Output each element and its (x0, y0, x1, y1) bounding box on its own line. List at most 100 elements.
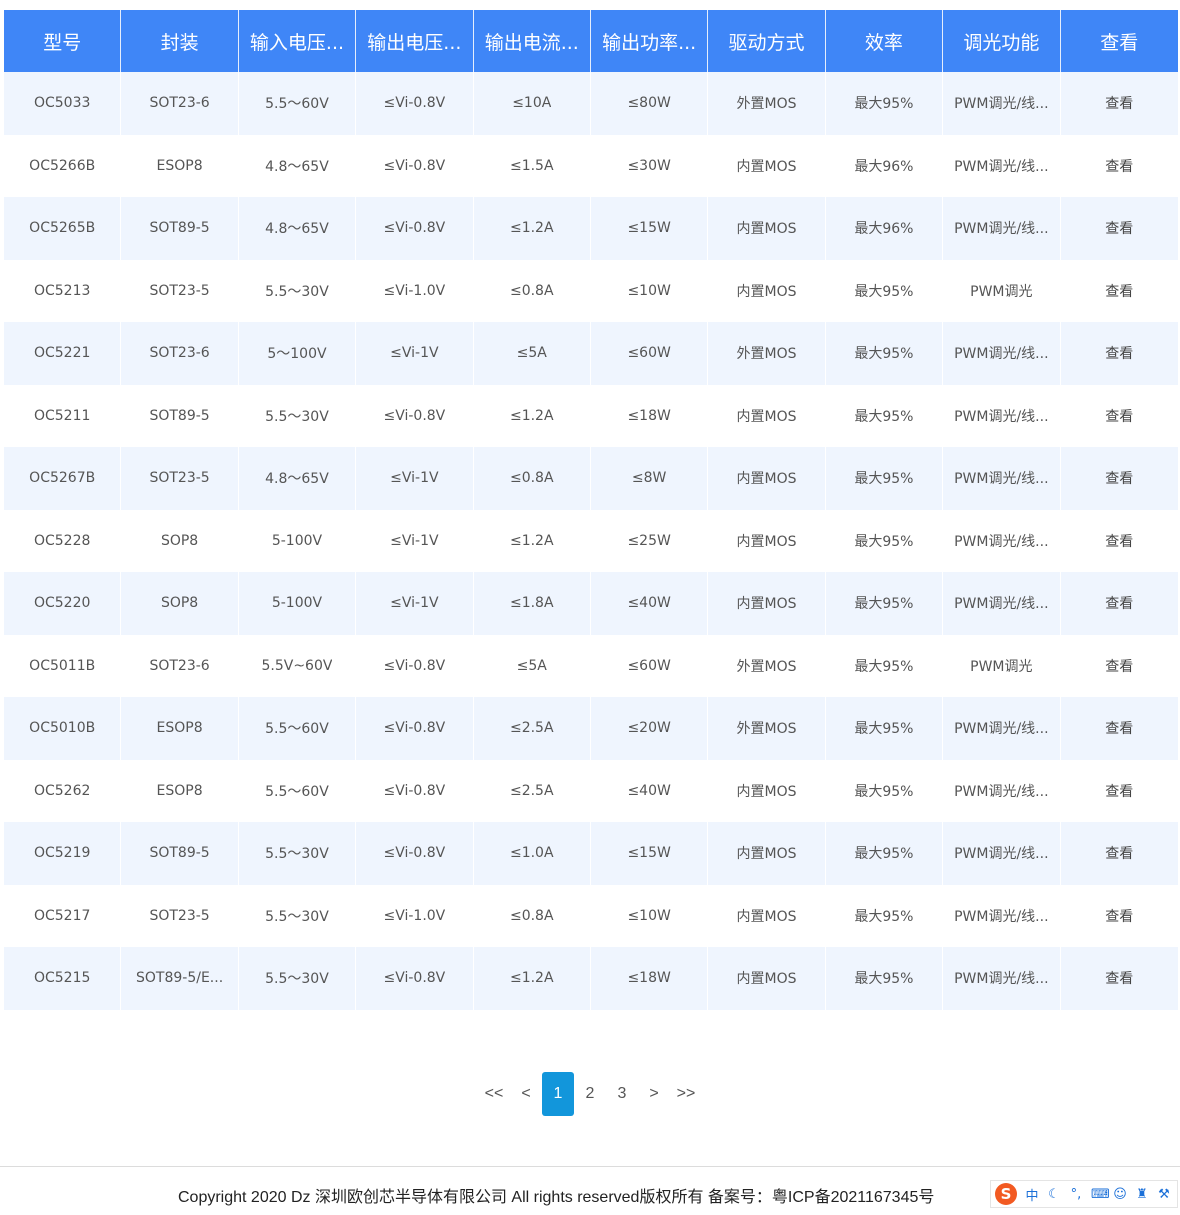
view-link[interactable]: 查看 (1061, 260, 1178, 323)
table-cell-text: PWM调光/线... (954, 346, 1049, 363)
view-link[interactable]: 查看 (1061, 322, 1178, 385)
table-cell: ≤15W (591, 822, 709, 885)
table-cell: SOT23-6 (121, 72, 239, 135)
table-cell-text: 最大95% (854, 783, 914, 800)
table-cell: ESOP8 (121, 759, 239, 822)
view-link[interactable]: 查看 (1061, 572, 1178, 635)
table-row: OC5220 SOP8 5-100V ≤Vi-1V ≤1.8A ≤40W 内置MOS 最大95… (4, 572, 1178, 635)
table-cell-text: ≤1.0A (509, 845, 554, 862)
last-page-button[interactable]: >> (670, 1072, 702, 1116)
table-cell: ≤30W (591, 134, 709, 197)
view-link[interactable]: 查看 (1061, 885, 1178, 948)
table-cell: ≤18W (591, 384, 709, 447)
table-cell-text: ≤1.8A (509, 595, 554, 612)
table-cell-text: ESOP8 (156, 720, 203, 737)
table-cell: ≤0.8A (474, 884, 591, 947)
table-cell: OC5266B (4, 134, 122, 197)
view-link[interactable]: 查看 (1061, 822, 1178, 885)
first-page-button[interactable]: << (478, 1072, 510, 1116)
table-cell: ≤Vi-0.8V (356, 947, 474, 1010)
view-link[interactable]: 查看 (1061, 447, 1178, 510)
view-link[interactable]: 查看 (1061, 510, 1178, 573)
table-cell-text: OC5010B (29, 720, 96, 737)
table-cell-text: PWM调光/线... (954, 221, 1049, 238)
column-header-label: 驱动方式 (728, 31, 805, 54)
table-cell-text: 5.5～30V (265, 283, 329, 300)
table-cell: PWM调光/线... (943, 197, 1061, 260)
table-cell-text: ≤Vi-1V (390, 345, 439, 362)
view-link[interactable]: 查看 (1061, 72, 1178, 135)
table-cell: ≤1.2A (474, 947, 591, 1010)
view-link[interactable]: 查看 (1061, 135, 1178, 198)
table-cell: PWM调光/线... (943, 384, 1061, 447)
table-row: OC5266B ESOP8 4.8～65V ≤Vi-0.8V ≤1.5A ≤30W 内置MO… (4, 134, 1178, 198)
table-cell-text: SOT23-6 (149, 345, 210, 362)
table-cell-text: 内置MOS (736, 221, 797, 238)
moon-icon[interactable]: ☾ (1047, 1187, 1061, 1202)
table-cell: ≤2.5A (474, 697, 591, 760)
table-cell: ≤2.5A (474, 759, 591, 822)
table-header-row: 型号 封装 输入电压... 输出电压... 输出电流... 输出功率... 驱动方式 效率 调光… (4, 10, 1178, 72)
table-cell-text: SOP8 (160, 595, 199, 612)
table-row: OC5267B SOT23-5 4.8～65V ≤Vi-1V ≤0.8A ≤8W 内置MOS… (4, 447, 1178, 510)
column-header-label: 封装 (160, 31, 199, 54)
table-cell: PWM调光/线... (943, 822, 1061, 885)
page-button-3[interactable]: 3 (606, 1072, 638, 1116)
table-row: OC5011B SOT23-6 5.5V~60V ≤Vi-0.8V ≤5A ≤60W 外置M… (4, 634, 1178, 698)
table-cell-text: 最大95% (854, 471, 914, 488)
view-link[interactable]: 查看 (1061, 635, 1178, 698)
table-cell-text: PWM调光/线... (954, 721, 1049, 738)
table-cell: OC5213 (4, 259, 122, 322)
table-cell: ≤60W (591, 634, 709, 697)
view-link[interactable]: 查看 (1061, 697, 1178, 760)
shirt-icon[interactable]: ♜ (1135, 1187, 1149, 1202)
table-cell-text: OC5219 (33, 845, 91, 862)
table-cell-text: ≤Vi-0.8V (383, 657, 446, 674)
table-cell: ESOP8 (121, 134, 239, 197)
view-link[interactable]: 查看 (1061, 947, 1178, 1010)
table-cell-text: ≤18W (627, 970, 671, 987)
column-header: 调光功能 (943, 10, 1061, 72)
footer-divider (0, 1166, 1180, 1167)
table-cell: 内置MOS (708, 947, 826, 1010)
table-cell-text: SOT89-5 (149, 220, 210, 237)
wrench-icon[interactable]: ⚒ (1157, 1187, 1171, 1202)
user-icon[interactable]: ☺ (1113, 1187, 1127, 1202)
view-link-label: 查看 (1105, 596, 1134, 613)
table-cell-text: 外置MOS (736, 658, 797, 675)
keyboard-icon[interactable]: ⌨ (1091, 1187, 1110, 1202)
page-button-1[interactable]: 1 (542, 1072, 574, 1116)
table-row: OC5215 SOT89-5/E... 5.5～30V ≤Vi-0.8V ≤1.2A ≤1… (4, 947, 1178, 1010)
table-row: OC5010B ESOP8 5.5～60V ≤Vi-0.8V ≤2.5A ≤20W 外置MO… (4, 697, 1178, 760)
chinese-mode-icon[interactable]: 中 (1025, 1185, 1039, 1204)
table-cell-text: 5.5～30V (265, 846, 329, 863)
table-cell-text: SOP8 (160, 532, 199, 549)
table-cell-text: 4.8～65V (265, 471, 329, 488)
view-link-label: 查看 (1105, 971, 1134, 988)
page-button-2[interactable]: 2 (574, 1072, 606, 1116)
table-cell: OC5262 (4, 759, 122, 822)
table-cell-text: ≤5A (516, 657, 547, 674)
column-header: 输出电流... (474, 10, 591, 72)
view-link[interactable]: 查看 (1061, 197, 1178, 260)
prev-page-button[interactable]: < (510, 1072, 542, 1116)
sogou-logo-icon[interactable]: S (995, 1183, 1017, 1205)
table-cell-text: ≤60W (627, 657, 671, 674)
table-cell-text: 最大95% (854, 721, 914, 738)
table-cell-text: 5.5～60V (265, 721, 329, 738)
view-link[interactable]: 查看 (1061, 385, 1178, 448)
table-cell: OC5267B (4, 447, 122, 510)
table-cell-text: PWM调光/线... (954, 408, 1049, 425)
table-cell-text: ≤60W (627, 345, 671, 362)
next-page-button[interactable]: > (638, 1072, 670, 1116)
table-cell: PWM调光 (943, 259, 1061, 322)
view-link[interactable]: 查看 (1061, 760, 1178, 823)
punctuation-icon[interactable]: °, (1069, 1187, 1083, 1202)
table-cell-text: ≤20W (627, 720, 671, 737)
table-cell: OC5011B (4, 634, 122, 697)
table-cell: PWM调光/线... (943, 72, 1061, 135)
table-cell: ≤80W (591, 72, 709, 135)
table-row: OC5217 SOT23-5 5.5～30V ≤Vi-1.0V ≤0.8A ≤10W 内置M… (4, 884, 1178, 948)
table-cell: ≤1.8A (474, 572, 591, 635)
table-body: OC5033 SOT23-6 5.5～60V ≤Vi-0.8V ≤10A ≤80W 外置MO… (4, 72, 1178, 1010)
